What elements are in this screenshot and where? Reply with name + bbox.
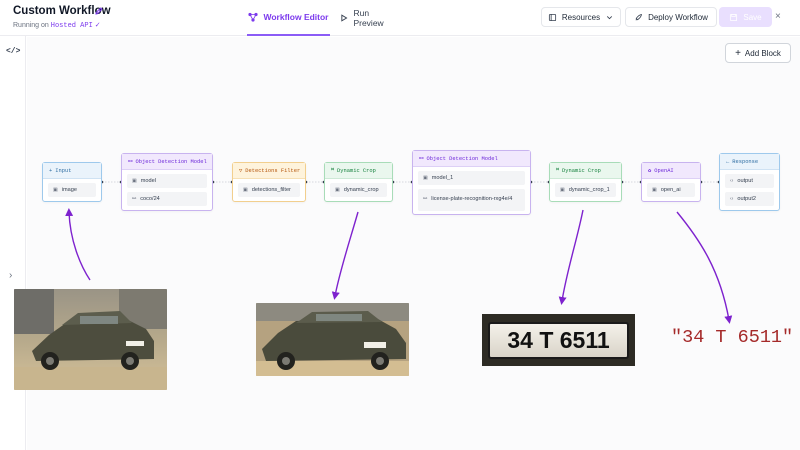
detection-icon: ⚯ [128,158,133,165]
block-field[interactable]: ⚯ coco/24 [127,192,207,206]
block-field[interactable]: ▣ dynamic_crop [330,183,387,197]
block-title: Input [55,167,72,174]
block-header: ⌗ Dynamic Crop [550,163,621,179]
block-dynamic-crop-2[interactable]: ⌗ Dynamic Crop ▣ dynamic_crop_1 [549,162,622,202]
image-icon: ▣ [53,187,58,193]
model-icon: ▣ [423,175,428,181]
block-header: ⚯ Object Detection Model [122,154,212,170]
status-prefix: Running on [13,22,49,29]
model-icon: ▣ [335,187,340,193]
tab-workflow-editor[interactable]: Workflow Editor [247,0,330,36]
link-icon: ⚯ [132,196,137,202]
field-label: open_ai [660,187,681,193]
block-title: Response [732,158,759,165]
block-field[interactable]: ‹› output2 [725,192,774,206]
field-label: output [737,178,753,184]
block-field[interactable]: ▣ image [48,183,96,197]
block-openai[interactable]: ✿ OpenAI ▣ open_ai [641,162,701,202]
block-detections-filter[interactable]: ▽ Detections Filter ▣ detections_filter [232,162,306,202]
block-input[interactable]: + Input ▣ image [42,162,102,202]
add-block-label: Add Block [744,48,781,58]
field-label: dynamic_crop [343,187,379,193]
resources-button[interactable]: Resources [541,7,621,27]
block-field[interactable]: ▣ dynamic_crop_1 [555,183,616,197]
crop-icon: ⌗ [556,167,560,173]
block-field[interactable]: ▣ detections_filter [238,183,300,197]
output-icon: ‹› [730,196,734,202]
save-icon [730,13,738,21]
block-object-detection-model-2[interactable]: ⚯ Object Detection Model ▣ model_1 ⚯ lic… [412,150,531,215]
chevron-right-icon[interactable]: › [9,270,12,281]
model-icon: ▣ [560,187,565,193]
chevron-down-icon [607,15,613,19]
block-header: ✿ OpenAI [642,163,700,179]
link-icon: ⚯ [423,196,428,203]
crop-icon: ⌗ [331,167,335,173]
code-icon[interactable]: </> [6,47,20,56]
block-title: OpenAI [654,167,674,174]
block-header: ⌗ Dynamic Crop [325,163,392,179]
field-label: coco/24 [140,196,160,202]
block-title: Detections Filter [245,167,301,174]
block-field[interactable]: ‹› output [725,174,774,188]
block-field[interactable]: ▣ model_1 [418,171,525,185]
rocket-icon [635,13,643,20]
field-label: detections_filter [251,187,291,193]
block-object-detection-model[interactable]: ⚯ Object Detection Model ▣ model ⚯ coco/… [121,153,213,211]
tab-run-preview[interactable]: Run Preview [339,0,399,36]
deploy-label: Deploy Workflow [648,12,708,22]
block-header: ▽ Detections Filter [233,163,305,179]
car-input-photo [14,289,167,390]
book-icon [548,13,556,21]
tab-label: Workflow Editor [263,12,329,22]
pencil-icon[interactable] [94,6,104,16]
output-icon: ‹› [730,178,734,184]
field-label: model [140,178,156,184]
deploy-workflow-button[interactable]: Deploy Workflow [625,7,717,27]
model-icon: ▣ [652,187,657,193]
ocr-result-text: "34 T 6511" [671,327,794,348]
model-icon: ▣ [132,178,137,184]
field-label: dynamic_crop_1 [568,187,610,193]
cropped-car-photo [256,303,409,376]
workflow-icon [248,12,259,22]
save-button[interactable]: Save [719,7,772,27]
check-icon: ✓ [94,22,101,29]
block-title: Object Detection Model [135,158,207,165]
block-field[interactable]: ▣ open_ai [647,183,695,197]
arrow-left-icon: ← [726,158,730,165]
field-label: model_1 [431,175,454,181]
plus-icon: + [735,47,741,59]
license-plate-crop: 34 T 6511 [482,314,635,366]
field-label: license-plate-recognition-rxg4e/4 [431,196,513,203]
block-header: ← Response [720,154,779,170]
block-header: ⚯ Object Detection Model [413,151,530,167]
model-icon: ▣ [243,187,248,193]
block-dynamic-crop[interactable]: ⌗ Dynamic Crop ▣ dynamic_crop [324,162,393,202]
field-label: output2 [737,196,757,202]
block-title: Object Detection Model [426,155,498,162]
openai-icon: ✿ [648,167,652,174]
license-plate-text: 34 T 6511 [488,322,629,359]
block-field[interactable]: ▣ model [127,174,207,188]
block-response[interactable]: ← Response ‹› output ‹› output2 [719,153,780,211]
run-status: Running on Hosted API ✓ [13,21,101,30]
block-title: Dynamic Crop [337,167,376,174]
block-field[interactable]: ⚯ license-plate-recognition-rxg4e/4 [418,189,525,211]
plus-icon: + [49,167,53,174]
tab-label: Run Preview [353,8,384,28]
close-icon[interactable]: × [775,11,781,22]
detection-icon: ⚯ [419,155,424,162]
filter-icon: ▽ [239,167,243,174]
top-header: Custom Workflow Running on Hosted API ✓ … [0,0,800,36]
hosted-api-label[interactable]: Hosted API [51,22,93,30]
block-header: + Input [43,163,101,179]
save-label: Save [743,12,762,22]
add-block-button[interactable]: + Add Block [725,43,791,63]
play-icon [341,14,348,22]
field-label: image [61,187,77,193]
resources-label: Resources [561,12,601,22]
block-title: Dynamic Crop [562,167,601,174]
